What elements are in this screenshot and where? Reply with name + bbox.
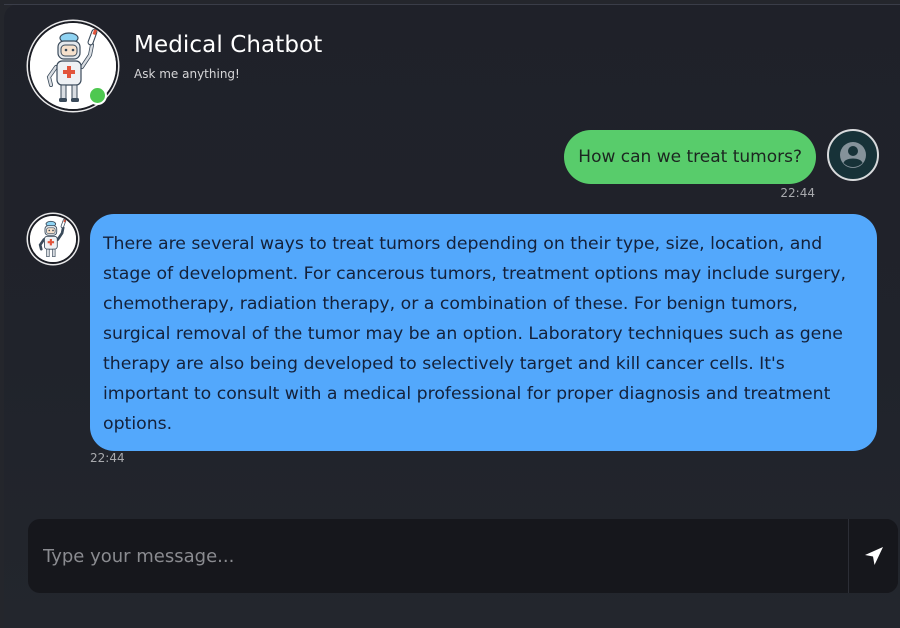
bot-message-time: 22:44 xyxy=(90,451,125,465)
chat-title: Medical Chatbot xyxy=(134,32,323,58)
message-composer xyxy=(28,519,898,593)
chat-subtitle: Ask me anything! xyxy=(134,67,240,81)
user-avatar xyxy=(827,129,879,181)
send-button[interactable] xyxy=(848,519,898,593)
user-message-bubble: How can we treat tumors? xyxy=(564,130,816,184)
bot-message-bubble: There are several ways to treat tumors d… xyxy=(90,214,877,451)
bot-avatar-small xyxy=(28,214,78,264)
doctor-robot-icon xyxy=(30,216,76,262)
chat-window: Medical Chatbot Ask me anything! How can… xyxy=(4,4,900,628)
user-message-time: 22:44 xyxy=(780,186,815,200)
user-icon xyxy=(840,142,866,168)
send-icon xyxy=(865,547,883,565)
message-input[interactable] xyxy=(28,519,848,593)
online-status-indicator xyxy=(88,86,107,105)
